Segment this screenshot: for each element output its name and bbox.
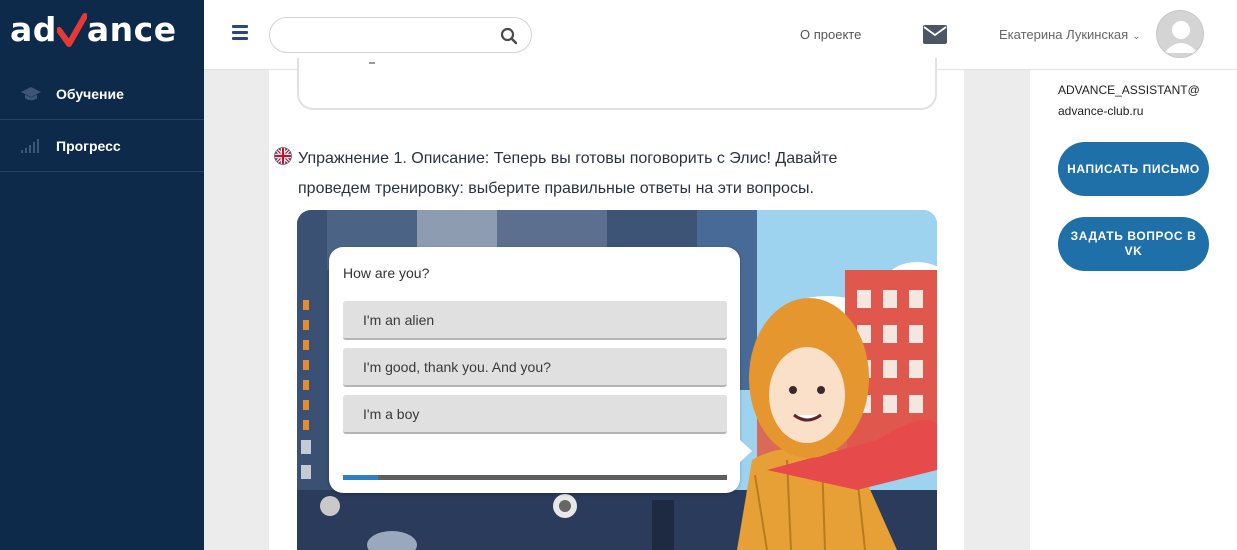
user-menu[interactable]: Екатерина Лукинская ⌄: [999, 27, 1141, 42]
contact-email-line1: ADVANCE_ASSISTANT@: [1058, 83, 1200, 97]
search-box: [269, 17, 532, 53]
menu-toggle-icon[interactable]: [232, 25, 248, 41]
graduation-cap-icon: [20, 85, 42, 103]
user-avatar-icon: [1157, 11, 1203, 57]
contact-email-line2: advance-club.ru: [1058, 104, 1144, 118]
answer-option-2[interactable]: I'm good, thank you. And you?: [343, 348, 727, 387]
about-project-link[interactable]: О проекте: [800, 27, 861, 42]
answer-option-3[interactable]: I'm a boy: [343, 395, 727, 434]
logo-checkmark-icon: [56, 13, 87, 47]
search-icon[interactable]: [500, 27, 518, 45]
sidebar-item-label: Прогресс: [56, 137, 121, 154]
logo-text-right: ance: [86, 10, 177, 49]
previous-section-box: [297, 58, 937, 110]
chevron-down-icon: ⌄: [1132, 31, 1141, 42]
sidebar-item-progress[interactable]: Прогресс: [0, 120, 204, 172]
sidebar: ad ance Обучение Прогресс: [0, 0, 204, 550]
logo-text-left: ad: [10, 10, 57, 49]
contact-panel: ADVANCE_ASSISTANT@ advance-club.ru НАПИС…: [1030, 70, 1237, 550]
write-letter-button[interactable]: НАПИСАТЬ ПИСЬМО: [1058, 142, 1209, 196]
search-input[interactable]: [284, 18, 504, 52]
quiz-question: How are you?: [343, 265, 430, 281]
quiz-progress-fill: [343, 475, 378, 480]
signal-bars-icon: [20, 137, 42, 155]
exercise-title-text: Упражнение 1. Описание: Теперь вы готовы…: [298, 150, 838, 197]
speech-pointer: [740, 440, 752, 462]
mail-icon[interactable]: [923, 25, 947, 44]
user-name-label: Екатерина Лукинская: [999, 27, 1129, 42]
sidebar-item-learning[interactable]: Обучение: [0, 68, 204, 120]
quiz-progress-bar: [343, 475, 727, 480]
uk-flag-icon: [274, 147, 292, 165]
contact-email[interactable]: ADVANCE_ASSISTANT@ advance-club.ru: [1058, 80, 1200, 122]
ask-vk-button[interactable]: ЗАДАТЬ ВОПРОС В VK: [1058, 217, 1209, 271]
sidebar-nav: Обучение Прогресс: [0, 68, 204, 172]
quiz-card: How are you? I'm an alien I'm good, than…: [329, 247, 752, 493]
avatar[interactable]: [1156, 10, 1204, 58]
exercise-title: Упражнение 1. Описание: Теперь вы готовы…: [274, 144, 914, 204]
sidebar-item-label: Обучение: [56, 85, 124, 102]
brand-logo[interactable]: ad ance: [10, 10, 200, 60]
answer-option-1[interactable]: I'm an alien: [343, 301, 727, 340]
